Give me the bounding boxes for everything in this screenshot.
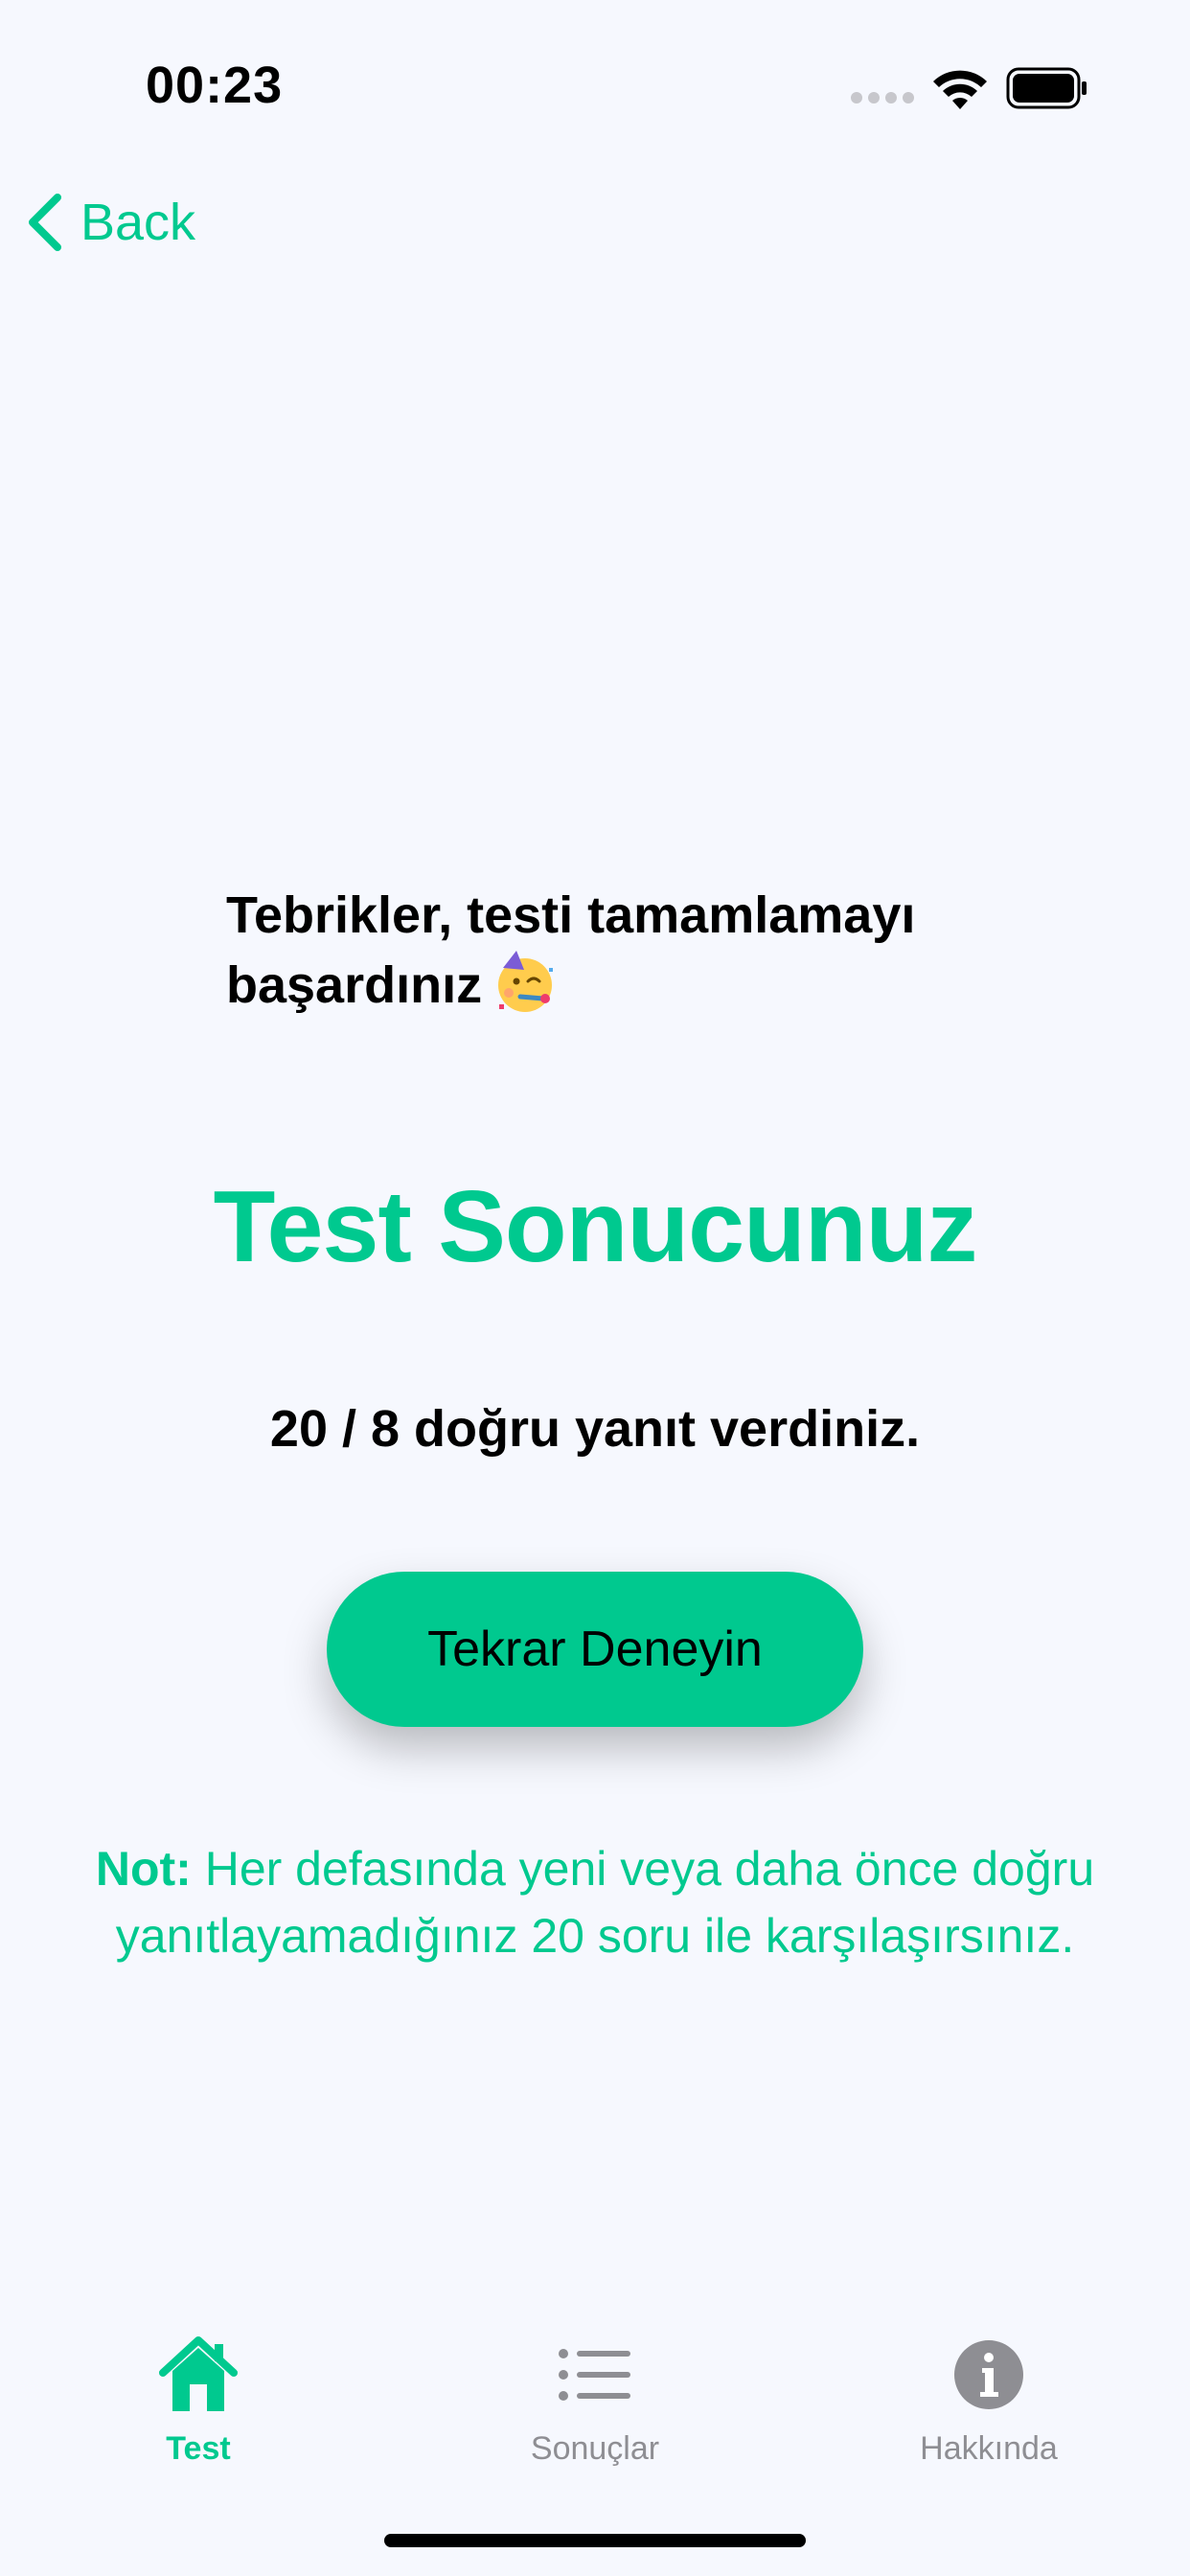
retry-button-label: Tekrar Deneyin [427, 1622, 763, 1677]
note-text: Not: Her defasında yeni veya daha önce d… [38, 1835, 1152, 1969]
note-prefix: Not: [95, 1842, 192, 1896]
status-time: 00:23 [146, 57, 284, 114]
result-title: Test Sonucunuz [213, 1170, 978, 1283]
congratulations-text: Tebrikler, testi tamamlamayı başardınız [226, 882, 1012, 1019]
list-icon [559, 2349, 630, 2401]
party-face-icon [498, 951, 554, 1012]
tab-test[interactable]: Test [74, 2334, 323, 2468]
note-body: Her defasında yeni veya daha önce doğru … [115, 1842, 1095, 1963]
cellular-signal-icon [851, 92, 914, 104]
tab-about-label: Hakkında [920, 2430, 1058, 2467]
tab-about[interactable]: Hakkında [864, 2334, 1113, 2468]
retry-button[interactable]: Tekrar Deneyin [327, 1572, 863, 1727]
tab-test-label: Test [166, 2430, 231, 2467]
battery-icon [1006, 67, 1087, 109]
chevron-left-icon [29, 194, 61, 251]
house-icon [159, 2336, 238, 2411]
home-indicator [384, 2534, 806, 2547]
congratulations-label: Tebrikler, testi tamamlamayı başardınız [226, 886, 916, 1014]
info-icon [954, 2340, 1023, 2409]
tab-results-label: Sonuçlar [530, 2430, 660, 2467]
tab-results[interactable]: Sonuçlar [470, 2334, 720, 2468]
back-button[interactable]: Back [25, 192, 195, 253]
score-text: 20 / 8 doğru yanıt verdiniz. [269, 1400, 921, 1458]
back-label: Back [80, 194, 196, 251]
wifi-icon [933, 70, 987, 109]
